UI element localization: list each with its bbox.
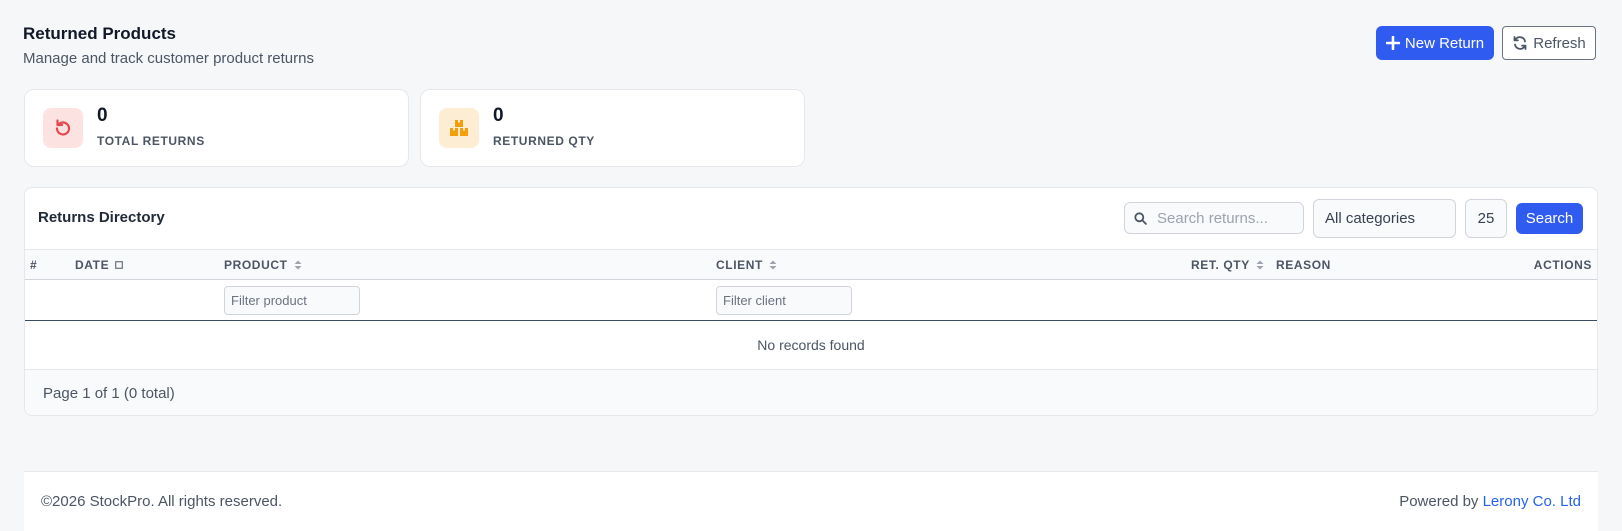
pagination-info: Page 1 of 1 (0 total) <box>25 370 1597 415</box>
column-actions: ACTIONS <box>1533 258 1592 272</box>
column-date[interactable]: DATE <box>75 258 124 272</box>
page-size-select[interactable]: 25 <box>1465 199 1507 238</box>
filter-client-input[interactable] <box>716 286 852 315</box>
sort-icon <box>294 260 302 270</box>
empty-message: No records found <box>25 321 1597 370</box>
column-number: # <box>30 258 38 272</box>
search-icon <box>1134 211 1147 225</box>
total-returns-value: 0 <box>97 105 108 126</box>
page-title: Returned Products <box>23 24 177 43</box>
total-returns-label: TOTAL RETURNS <box>97 134 205 148</box>
page-header: Returned Products Manage and track custo… <box>23 24 314 67</box>
new-return-label: New Return <box>1404 34 1485 52</box>
column-ret-qty[interactable]: RET. QTY <box>1191 258 1264 272</box>
boxes-icon <box>439 108 479 148</box>
refresh-button[interactable]: Refresh <box>1502 26 1596 60</box>
search-box[interactable] <box>1124 202 1304 234</box>
returned-qty-card: 0 RETURNED QTY <box>420 89 805 167</box>
footer: ©2026 StockPro. All rights reserved. Pow… <box>24 471 1598 531</box>
returns-directory-panel: Returns Directory All categories 25 Sear… <box>24 187 1598 416</box>
new-return-button[interactable]: New Return <box>1376 26 1494 60</box>
undo-icon <box>43 108 83 148</box>
table-header: # DATE PRODUCT CLIENT RET. QTY REASON AC… <box>25 249 1597 280</box>
category-select[interactable]: All categories <box>1313 199 1456 238</box>
plus-icon <box>1385 36 1400 50</box>
filter-row <box>25 280 1597 321</box>
filter-product-input[interactable] <box>224 286 360 315</box>
refresh-label: Refresh <box>1533 34 1586 52</box>
sort-icon <box>115 261 124 269</box>
page-subtitle: Manage and track customer product return… <box>23 50 314 67</box>
powered-by-label: Powered by <box>1399 493 1479 510</box>
panel-title: Returns Directory <box>38 209 165 226</box>
search-input[interactable] <box>1155 208 1294 228</box>
total-returns-card: 0 TOTAL RETURNS <box>24 89 409 167</box>
column-product[interactable]: PRODUCT <box>224 258 302 272</box>
company-link[interactable]: Lerony Co. Ltd <box>1483 493 1581 510</box>
column-client[interactable]: CLIENT <box>716 258 777 272</box>
returned-qty-label: RETURNED QTY <box>493 134 595 148</box>
powered-by: Powered by Lerony Co. Ltd <box>1399 493 1581 510</box>
search-button[interactable]: Search <box>1516 203 1583 234</box>
sort-icon <box>769 260 777 270</box>
sort-icon <box>1256 260 1264 270</box>
returned-qty-value: 0 <box>493 105 504 126</box>
copyright-text: ©2026 StockPro. All rights reserved. <box>41 493 283 510</box>
column-reason: REASON <box>1276 258 1331 272</box>
refresh-icon <box>1513 36 1527 50</box>
